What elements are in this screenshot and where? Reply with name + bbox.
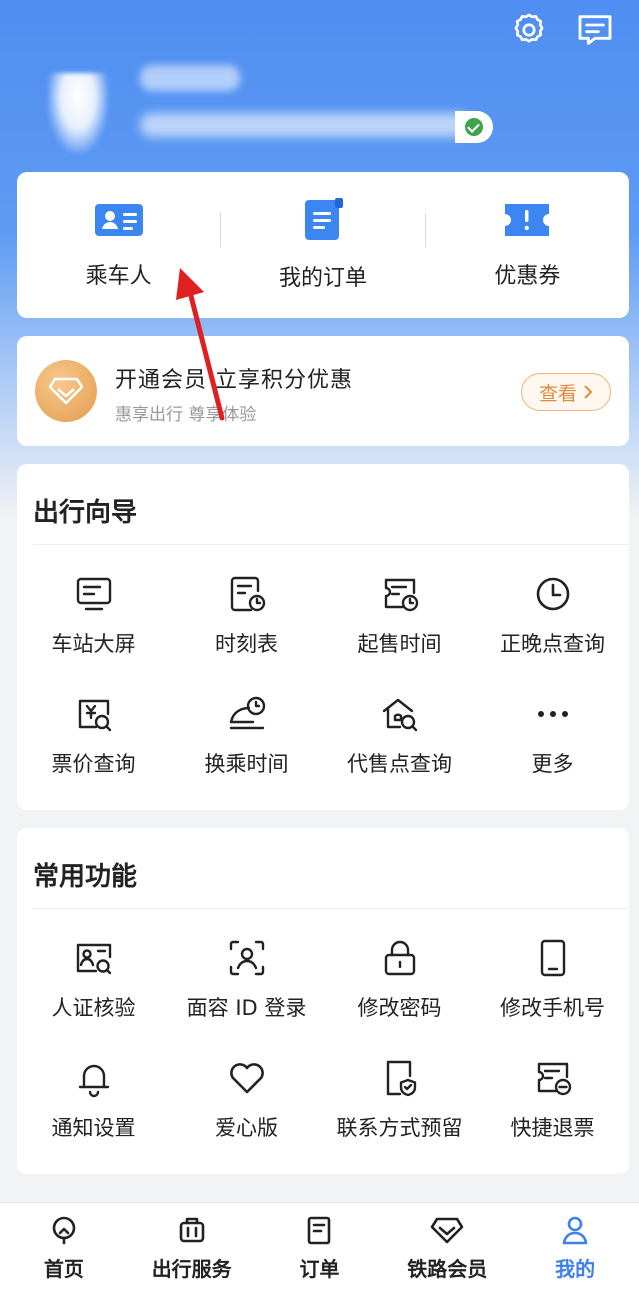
top-toolbar xyxy=(509,10,615,50)
bottom-navigation: 首页 出行服务 订单 铁路会员 我的 xyxy=(0,1202,639,1311)
grid-item-label: 正晚点查询 xyxy=(500,632,605,656)
travel-guide-grid: 车站大屏 时刻表 起售时间 正晚点查询 票价查询 换乘时间 代售点查询 更多 xyxy=(17,560,629,800)
order-list-icon xyxy=(308,1216,331,1245)
blurred-user-info xyxy=(140,113,470,137)
view-membership-button[interactable]: 查看 xyxy=(521,373,611,411)
bell-icon xyxy=(78,1064,109,1098)
grid-item-label: 票价查询 xyxy=(51,752,136,776)
fare-search-icon xyxy=(78,699,111,732)
id-verify-icon xyxy=(76,943,111,975)
order-document-icon xyxy=(304,198,343,240)
phone-icon xyxy=(540,939,565,977)
common-functions-card: 常用功能 人证核验 面容 ID 登录 修改密码 修改手机号 通知设置 爱心版 联… xyxy=(17,828,629,1174)
nav-label: 首页 xyxy=(43,1257,84,1281)
nav-label: 订单 xyxy=(299,1257,340,1281)
coupon-ticket-icon xyxy=(505,204,550,236)
section-title: 出行向导 xyxy=(33,498,138,528)
nav-label: 我的 xyxy=(555,1257,596,1281)
common-functions-grid: 人证核验 面容 ID 登录 修改密码 修改手机号 通知设置 爱心版 联系方式预留… xyxy=(17,924,629,1164)
membership-banner[interactable]: 开通会员 立享积分优惠 惠享出行 尊享体验 查看 xyxy=(17,336,629,446)
message-icon[interactable] xyxy=(575,10,615,50)
grid-item-label: 修改密码 xyxy=(357,996,442,1020)
grid-item-label: 车站大屏 xyxy=(51,632,136,656)
nav-travel-services[interactable]: 出行服务 xyxy=(128,1203,256,1311)
avatar xyxy=(48,73,108,153)
clock-icon xyxy=(536,577,569,611)
nav-mine[interactable]: 我的 xyxy=(511,1203,639,1311)
grid-item-label: 时刻表 xyxy=(215,632,278,656)
grid-item-label: 人证核验 xyxy=(51,996,136,1020)
nav-label: 出行服务 xyxy=(151,1257,232,1281)
home-train-icon xyxy=(52,1216,76,1245)
grid-item-label: 快捷退票 xyxy=(510,1116,595,1140)
grid-item-label: 面容 ID 登录 xyxy=(186,996,307,1020)
grid-item-label: 换乘时间 xyxy=(204,752,289,776)
grid-item-fare-query[interactable]: 票价查询 xyxy=(17,680,170,800)
grid-item-change-password[interactable]: 修改密码 xyxy=(323,924,476,1044)
nav-railway-membership[interactable]: 铁路会员 xyxy=(383,1203,511,1311)
quick-link-my-orders[interactable]: 我的订单 xyxy=(221,198,424,292)
nav-home[interactable]: 首页 xyxy=(0,1203,128,1311)
grid-item-label: 爱心版 xyxy=(215,1116,278,1140)
grid-item-delay-query[interactable]: 正晚点查询 xyxy=(476,560,629,680)
grid-item-sale-time[interactable]: 起售时间 xyxy=(323,560,476,680)
grid-item-label: 通知设置 xyxy=(51,1116,136,1140)
quick-link-coupons[interactable]: 优惠券 xyxy=(426,200,629,290)
quick-links-card: 乘车人 我的订单 优惠券 xyxy=(17,172,629,318)
grid-item-transfer-time[interactable]: 换乘时间 xyxy=(170,680,323,800)
divider xyxy=(33,544,629,545)
user-icon xyxy=(562,1216,588,1245)
chevron-right-icon xyxy=(584,385,593,399)
quick-refund-icon xyxy=(537,1062,571,1096)
user-profile[interactable] xyxy=(40,55,500,165)
diamond-badge-icon xyxy=(35,360,97,422)
quick-link-label: 优惠券 xyxy=(494,264,561,289)
station-screen-icon xyxy=(76,577,111,611)
agency-search-icon xyxy=(382,698,417,732)
section-title: 常用功能 xyxy=(33,862,138,892)
contact-shield-icon xyxy=(386,1060,416,1097)
grid-item-contact-reserve[interactable]: 联系方式预留 xyxy=(323,1044,476,1164)
timetable-icon xyxy=(230,576,265,612)
grid-item-agency-query[interactable]: 代售点查询 xyxy=(323,680,476,800)
quick-link-label: 我的订单 xyxy=(278,266,367,291)
travel-guide-card: 出行向导 车站大屏 时刻表 起售时间 正晚点查询 票价查询 换乘时间 代售点查询… xyxy=(17,464,629,810)
grid-item-timetable[interactable]: 时刻表 xyxy=(170,560,323,680)
lock-icon xyxy=(384,940,415,976)
grid-item-label: 联系方式预留 xyxy=(336,1116,463,1140)
transfer-time-icon xyxy=(229,696,265,730)
blurred-username xyxy=(140,65,240,91)
grid-item-label: 更多 xyxy=(531,752,574,776)
grid-item-more[interactable]: 更多 xyxy=(476,680,629,800)
face-id-icon xyxy=(229,940,264,976)
nav-label: 铁路会员 xyxy=(407,1257,488,1281)
verified-check-icon xyxy=(455,111,493,143)
quick-link-passengers[interactable]: 乘车人 xyxy=(17,200,220,290)
grid-item-label: 起售时间 xyxy=(357,632,442,656)
grid-item-label: 修改手机号 xyxy=(500,996,605,1020)
grid-item-face-id[interactable]: 面容 ID 登录 xyxy=(170,924,323,1044)
grid-item-notification-settings[interactable]: 通知设置 xyxy=(17,1044,170,1164)
quick-link-label: 乘车人 xyxy=(85,264,152,289)
grid-item-label: 代售点查询 xyxy=(347,752,452,776)
grid-item-care-mode[interactable]: 爱心版 xyxy=(170,1044,323,1164)
settings-gear-icon[interactable] xyxy=(509,10,549,50)
view-button-label: 查看 xyxy=(538,382,577,405)
grid-item-change-phone[interactable]: 修改手机号 xyxy=(476,924,629,1044)
more-dots-icon xyxy=(537,711,568,717)
grid-item-quick-refund[interactable]: 快捷退票 xyxy=(476,1044,629,1164)
heart-icon xyxy=(229,1063,264,1094)
luggage-icon xyxy=(179,1217,204,1243)
sale-time-icon xyxy=(384,578,418,612)
membership-subtitle: 惠享出行 尊享体验 xyxy=(115,405,257,425)
nav-orders[interactable]: 订单 xyxy=(256,1203,384,1311)
grid-item-id-verify[interactable]: 人证核验 xyxy=(17,924,170,1044)
diamond-icon xyxy=(430,1217,464,1244)
grid-item-station-screen[interactable]: 车站大屏 xyxy=(17,560,170,680)
divider xyxy=(33,908,629,909)
membership-title: 开通会员 立享积分优惠 xyxy=(115,368,353,393)
id-card-icon xyxy=(94,204,143,236)
